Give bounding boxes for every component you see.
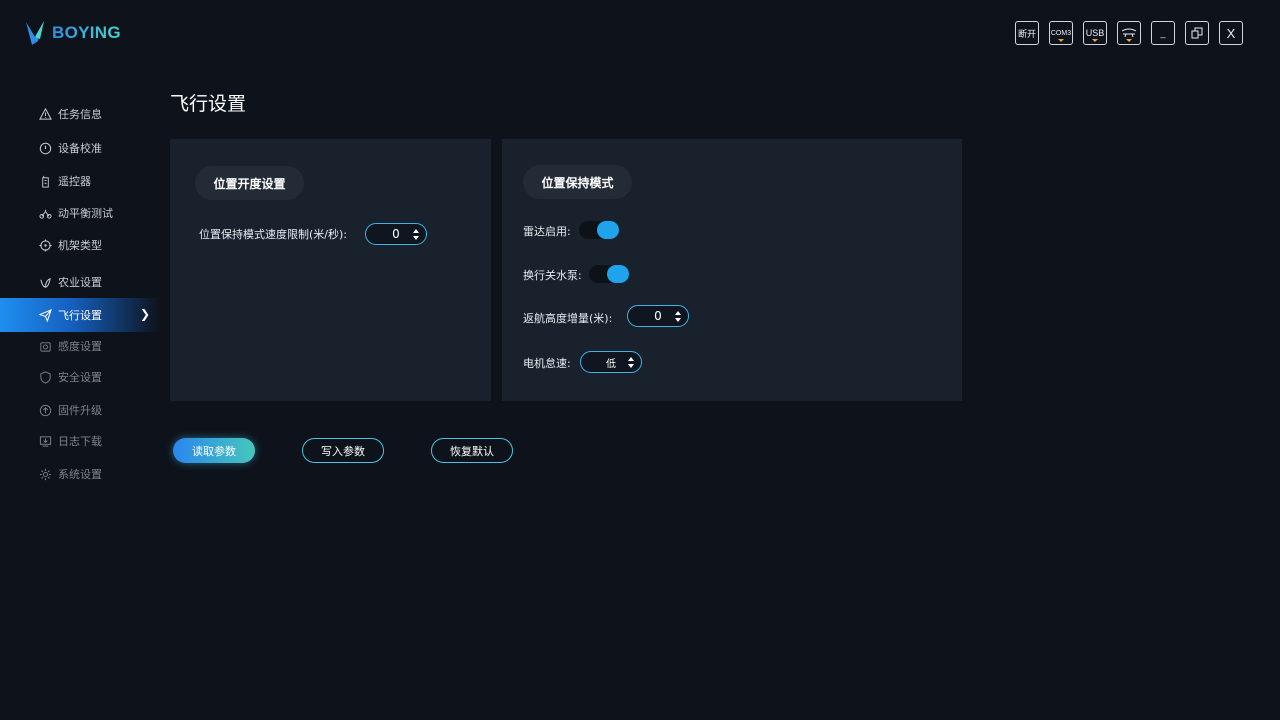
sidebar-item-balance-test[interactable]: 动平衡测试 <box>0 196 160 230</box>
sidebar-item-label: 日志下载 <box>58 435 102 448</box>
sidebar-item-label: 系统设置 <box>58 468 102 481</box>
disconnect-button[interactable]: 断开 <box>1015 21 1039 45</box>
page-title: 飞行设置 <box>170 93 247 115</box>
pump-label: 换行关水泵: <box>523 269 582 282</box>
minimize-icon: _ <box>1160 28 1166 38</box>
sidebar-item-frame-type[interactable]: 机架类型 <box>0 228 160 262</box>
select-arrows-icon[interactable] <box>628 357 634 368</box>
sidebar-item-remote[interactable]: 遥控器 <box>0 164 160 198</box>
com-port-button[interactable]: COM3 <box>1049 21 1073 45</box>
stepper-arrows-icon[interactable] <box>413 229 419 240</box>
restore-defaults-button[interactable]: 恢复默认 <box>431 438 513 463</box>
close-button[interactable]: X <box>1219 21 1243 45</box>
radar-toggle[interactable] <box>579 221 619 239</box>
rth-height-label: 返航高度增量(米): <box>523 312 613 325</box>
chevron-right-icon: ❯ <box>139 307 150 321</box>
sidebar-item-sensitivity[interactable]: 感度设置 <box>0 329 160 363</box>
dropdown-arrow-icon <box>1092 39 1098 42</box>
sensor-icon <box>38 339 52 353</box>
sidebar-item-label: 动平衡测试 <box>58 207 113 220</box>
sidebar-item-label: 机架类型 <box>58 239 102 252</box>
usb-button[interactable]: USB <box>1083 21 1107 45</box>
window-toolbar: 断开 COM3 USB _ X <box>1015 21 1243 45</box>
app-logo: BOYING <box>24 19 121 47</box>
rth-height-stepper[interactable]: 0 <box>627 305 689 327</box>
write-params-button[interactable]: 写入参数 <box>302 438 384 463</box>
gear-icon <box>38 467 52 481</box>
minimize-button[interactable]: _ <box>1151 21 1175 45</box>
sidebar-item-agriculture[interactable]: 农业设置 <box>0 265 160 299</box>
position-opening-panel: 位置开度设置 位置保持模式速度限制(米/秒): 0 <box>170 139 491 401</box>
download-icon <box>38 434 52 448</box>
usb-label: USB <box>1085 28 1105 38</box>
close-icon: X <box>1226 25 1236 41</box>
stepper-arrows-icon[interactable] <box>675 311 681 322</box>
sidebar-item-label: 遥控器 <box>58 175 91 188</box>
remote-controller-icon <box>38 174 52 188</box>
sidebar-item-calibration[interactable]: 设备校准 <box>0 131 160 165</box>
sidebar-item-label: 飞行设置 <box>58 309 102 322</box>
warning-icon <box>38 107 52 121</box>
sidebar-item-task-info[interactable]: 任务信息 <box>0 97 160 131</box>
sidebar-item-log-download[interactable]: 日志下载 <box>0 424 160 458</box>
toggle-knob <box>607 265 629 283</box>
disconnect-label: 断开 <box>1017 28 1036 39</box>
sidebar-item-flight-settings[interactable]: 飞行设置 ❯ <box>0 298 160 332</box>
speed-limit-value: 0 <box>392 227 400 241</box>
dropdown-arrow-icon <box>1058 39 1064 42</box>
sidebar-item-label: 固件升级 <box>58 404 102 417</box>
com-port-label: COM3 <box>1050 29 1072 37</box>
sidebar-item-label: 任务信息 <box>58 108 102 121</box>
position-hold-panel: 位置保持模式 雷达启用: 换行关水泵: 返航高度增量(米): 0 电机怠速: 低 <box>502 139 962 401</box>
compass-icon <box>38 141 52 155</box>
pump-toggle[interactable] <box>589 265 629 283</box>
drone-button[interactable] <box>1117 21 1141 45</box>
rth-height-value: 0 <box>654 309 662 323</box>
motor-idle-select[interactable]: 低 <box>580 351 642 373</box>
dropdown-arrow-icon <box>1126 39 1132 42</box>
sidebar-item-firmware[interactable]: 固件升级 <box>0 393 160 427</box>
sidebar-item-security[interactable]: 安全设置 <box>0 360 160 394</box>
balance-icon <box>38 206 52 220</box>
plane-icon <box>38 308 52 322</box>
leaf-icon <box>38 275 52 289</box>
restore-icon <box>1191 27 1203 39</box>
sidebar-item-system-settings[interactable]: 系统设置 <box>0 457 160 491</box>
panel-title: 位置保持模式 <box>523 165 632 199</box>
motor-idle-value: 低 <box>606 358 616 370</box>
boying-logo-icon <box>26 21 44 45</box>
panel-title: 位置开度设置 <box>195 166 304 200</box>
sidebar-item-label: 农业设置 <box>58 276 102 289</box>
motor-idle-label: 电机怠速: <box>523 357 571 370</box>
read-params-button[interactable]: 读取参数 <box>173 438 255 463</box>
shield-icon <box>38 370 52 384</box>
speed-limit-stepper[interactable]: 0 <box>365 223 427 245</box>
upgrade-icon <box>38 403 52 417</box>
brand-name: BOYING <box>52 23 121 42</box>
speed-limit-label: 位置保持模式速度限制(米/秒): <box>199 228 347 241</box>
toggle-knob <box>597 221 619 239</box>
restore-button[interactable] <box>1185 21 1209 45</box>
sidebar-item-label: 安全设置 <box>58 371 102 384</box>
radar-label: 雷达启用: <box>523 225 571 238</box>
sidebar-item-label: 感度设置 <box>58 340 102 353</box>
drone-icon <box>1121 28 1137 38</box>
sidebar-item-label: 设备校准 <box>58 142 102 155</box>
crosshair-icon <box>38 238 52 252</box>
